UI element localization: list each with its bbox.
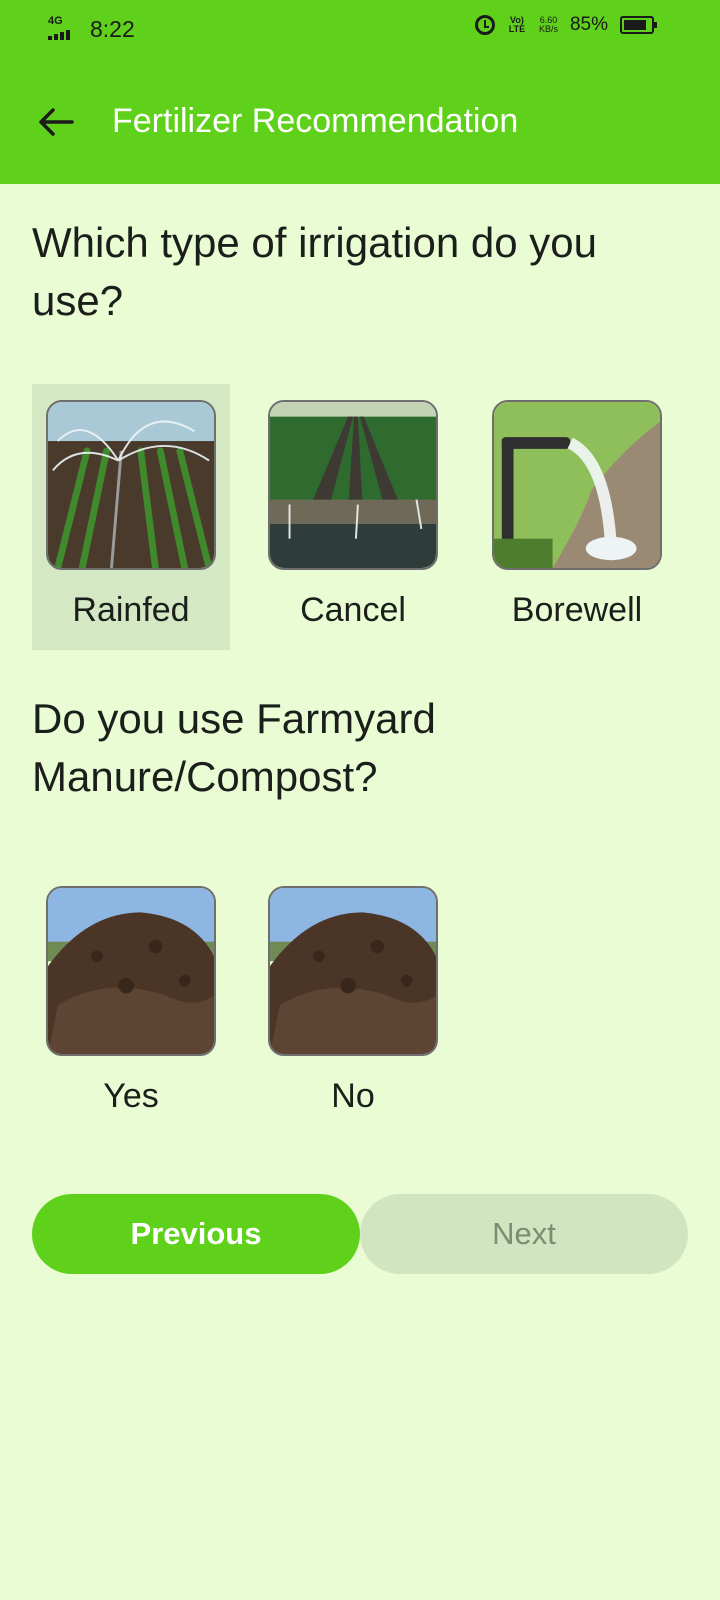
status-bar-left: 4G 8:22 xyxy=(48,16,135,42)
network-speed: 6.60 KB/s xyxy=(539,16,558,34)
sprinkler-field-image xyxy=(46,400,216,570)
option-yes[interactable]: Yes xyxy=(32,886,230,1116)
option-no[interactable]: No xyxy=(254,886,452,1116)
compost-pile-image xyxy=(268,886,438,1056)
question-irrigation: Which type of irrigation do you use? xyxy=(32,219,597,324)
borewell-pipe-image xyxy=(492,400,662,570)
option-cancel[interactable]: Cancel xyxy=(254,400,452,630)
volte-icon: Vo) LTE xyxy=(508,15,526,34)
app-header: 4G 8:22 Vo) LTE 6.60 KB/s 85% Fertilizer… xyxy=(0,0,720,184)
option-label: Yes xyxy=(103,1077,159,1115)
question-manure: Do you use Farmyard Manure/Compost? xyxy=(32,695,436,800)
speed-unit: KB/s xyxy=(538,24,558,34)
battery-level-fill xyxy=(624,20,647,30)
alarm-icon xyxy=(474,15,495,35)
option-label: Rainfed xyxy=(72,591,190,629)
canal-field-image xyxy=(268,400,438,570)
option-borewell[interactable]: Borewell xyxy=(478,400,676,630)
arrow-left-icon xyxy=(39,108,74,136)
previous-button[interactable]: Previous xyxy=(32,1194,360,1274)
page-title: Fertilizer Recommendation xyxy=(112,102,519,140)
signal-icon: 4G xyxy=(48,16,84,42)
compost-pile-image xyxy=(46,886,216,1056)
status-time: 8:22 xyxy=(90,16,135,42)
status-bar-right: Vo) LTE 6.60 KB/s 85% xyxy=(474,14,657,36)
option-label: Cancel xyxy=(300,591,406,629)
option-rainfed[interactable]: Rainfed xyxy=(32,384,230,650)
back-button[interactable] xyxy=(30,96,82,148)
battery-icon xyxy=(620,16,657,34)
network-type: 4G xyxy=(48,15,63,27)
next-button[interactable]: Next xyxy=(360,1194,688,1274)
battery-percent: 85% xyxy=(569,14,608,35)
option-label: No xyxy=(331,1077,375,1115)
option-label: Borewell xyxy=(511,591,643,629)
